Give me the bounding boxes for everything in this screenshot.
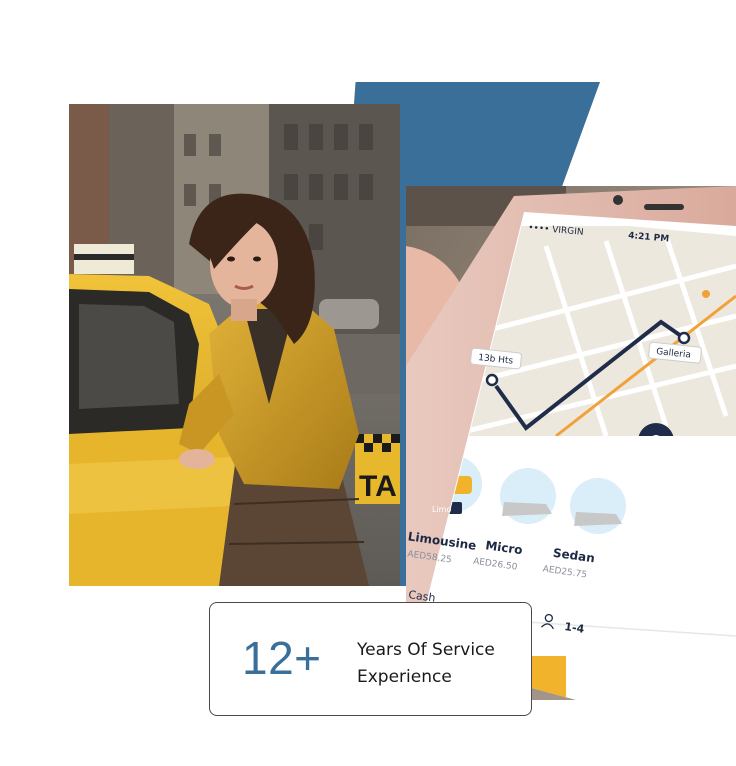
svg-text:TA: TA [359, 470, 397, 503]
vehicle-tag-limo: Limo [432, 505, 451, 514]
taxi-woman-photo: TA [69, 104, 400, 586]
years-label: Years Of Service Experience [357, 637, 527, 691]
years-label-line2: Experience [357, 667, 452, 687]
years-experience-card: 12+ Years Of Service Experience [209, 602, 532, 716]
years-number: 12+ [242, 632, 322, 684]
years-label-line1: Years Of Service [357, 640, 495, 660]
